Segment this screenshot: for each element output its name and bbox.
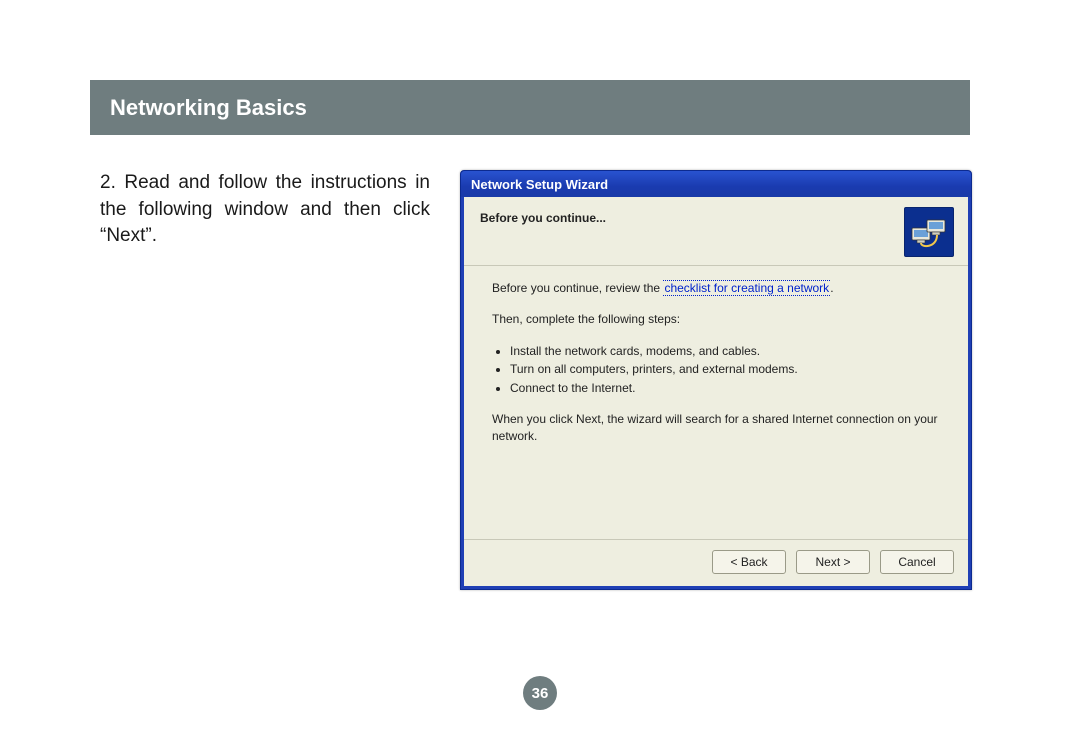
dialog-title: Network Setup Wizard (471, 177, 608, 192)
wizard-subtitle: Before you continue... (480, 211, 606, 225)
network-setup-wizard-dialog: Network Setup Wizard Before you continue… (460, 170, 972, 590)
review-sentence: Before you continue, review the checklis… (492, 280, 944, 297)
list-item: Connect to the Internet. (510, 380, 944, 397)
wizard-content: Before you continue, review the checklis… (464, 266, 968, 539)
list-item: Turn on all computers, printers, and ext… (510, 361, 944, 378)
cancel-button-label: Cancel (898, 555, 935, 569)
checklist-link[interactable]: checklist for creating a network (663, 280, 830, 296)
steps-list: Install the network cards, modems, and c… (492, 343, 944, 397)
network-computers-icon (904, 207, 954, 257)
manual-page: Networking Basics 2. Read and follow the… (0, 0, 1080, 750)
back-button[interactable]: < Back (712, 550, 786, 574)
page-number-badge: 36 (523, 676, 557, 710)
review-suffix: . (830, 281, 833, 295)
next-button[interactable]: Next > (796, 550, 870, 574)
dialog-titlebar[interactable]: Network Setup Wizard (461, 171, 971, 197)
back-button-label: < Back (730, 555, 767, 569)
page-number: 36 (532, 685, 549, 702)
wizard-button-bar: < Back Next > Cancel (464, 539, 968, 586)
section-header: Networking Basics (90, 80, 970, 135)
instruction-text: 2. Read and follow the instructions in t… (100, 170, 430, 250)
wizard-footer-note: When you click Next, the wizard will sea… (492, 411, 944, 446)
steps-intro: Then, complete the following steps: (492, 311, 944, 328)
list-item: Install the network cards, modems, and c… (510, 343, 944, 360)
wizard-header: Before you continue... (464, 197, 968, 266)
section-title: Networking Basics (110, 95, 307, 121)
cancel-button[interactable]: Cancel (880, 550, 954, 574)
next-button-label: Next > (815, 555, 850, 569)
dialog-body: Before you continue... Before you c (464, 197, 968, 586)
review-prefix: Before you continue, review the (492, 281, 663, 295)
